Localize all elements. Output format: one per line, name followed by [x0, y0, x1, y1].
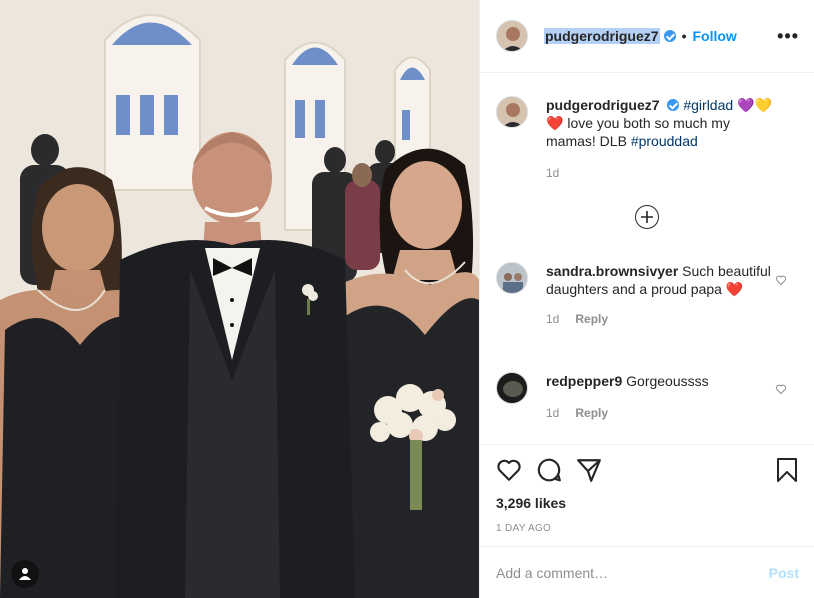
- commenter-avatar[interactable]: [496, 372, 528, 404]
- comment-emoji: ❤️: [725, 281, 744, 297]
- separator-dot: •: [681, 28, 687, 44]
- comment-icon[interactable]: [536, 457, 562, 483]
- caption-emoji-heart: ❤️: [546, 115, 564, 131]
- user-tag-icon: [19, 568, 31, 580]
- comment-text: Gorgeoussss: [626, 373, 709, 389]
- caption-avatar[interactable]: [496, 96, 528, 128]
- caption-row: pudgerodriguez7 #girldad 💜💛 ❤️ love you …: [496, 96, 778, 182]
- reply-button[interactable]: Reply: [575, 310, 608, 328]
- avatar-image: [497, 263, 527, 293]
- avatar-image: [497, 97, 527, 127]
- comment-body: sandra.brownsivyer Such beautiful daught…: [546, 262, 778, 328]
- post-photo[interactable]: [0, 0, 479, 598]
- comments-area: pudgerodriguez7 #girldad 💜💛 ❤️ love you …: [480, 74, 814, 444]
- comment-body: redpepper9 Gorgeoussss 1d Reply: [546, 372, 778, 422]
- avatar-image: [497, 21, 527, 51]
- reply-button[interactable]: Reply: [575, 404, 608, 422]
- photo-illustration: [0, 0, 479, 598]
- hashtag-link[interactable]: #prouddad: [631, 133, 698, 149]
- caption-username[interactable]: pudgerodriguez7: [546, 97, 660, 113]
- commenter-avatar[interactable]: [496, 262, 528, 294]
- plus-circle-icon: [641, 211, 653, 223]
- action-bar: 3,296 likes 1 DAY AGO: [480, 444, 814, 546]
- post-details-panel: pudgerodriguez7 • Follow ••• pudgerodrig…: [479, 0, 814, 598]
- more-icon[interactable]: •••: [777, 26, 799, 47]
- user-tag-button[interactable]: [11, 560, 39, 588]
- comment-username[interactable]: redpepper9: [546, 373, 622, 389]
- comment-item: sandra.brownsivyer Such beautiful daught…: [496, 262, 778, 328]
- post-date[interactable]: 1 DAY AGO: [496, 523, 551, 534]
- comment-time[interactable]: 1d: [546, 404, 559, 422]
- verified-icon: [663, 30, 676, 42]
- verified-icon: [667, 99, 680, 111]
- comment-item: redpepper9 Gorgeoussss 1d Reply: [496, 372, 778, 422]
- author-avatar[interactable]: [496, 20, 528, 52]
- heart-icon[interactable]: [496, 457, 522, 483]
- hashtag-link[interactable]: #girldad: [683, 97, 733, 113]
- post-header: pudgerodriguez7 • Follow •••: [480, 0, 814, 73]
- like-comment-heart-icon[interactable]: [775, 383, 787, 395]
- author-username[interactable]: pudgerodriguez7: [544, 28, 660, 44]
- follow-button[interactable]: Follow: [692, 28, 736, 44]
- add-comment-bar: Post: [480, 546, 814, 598]
- comment-input[interactable]: [496, 564, 769, 581]
- caption-body: pudgerodriguez7 #girldad 💜💛 ❤️ love you …: [546, 96, 778, 182]
- caption-time[interactable]: 1d: [546, 164, 559, 182]
- post-comment-button[interactable]: Post: [769, 565, 799, 581]
- like-comment-heart-icon[interactable]: [775, 274, 787, 286]
- comment-time[interactable]: 1d: [546, 310, 559, 328]
- share-icon[interactable]: [576, 457, 602, 483]
- caption-emoji: 💜💛: [737, 97, 772, 113]
- avatar-image: [497, 373, 527, 403]
- load-more-comments-button[interactable]: [635, 205, 659, 229]
- likes-count[interactable]: 3,296 likes: [496, 495, 566, 511]
- bookmark-icon[interactable]: [775, 457, 799, 483]
- comment-username[interactable]: sandra.brownsivyer: [546, 263, 678, 279]
